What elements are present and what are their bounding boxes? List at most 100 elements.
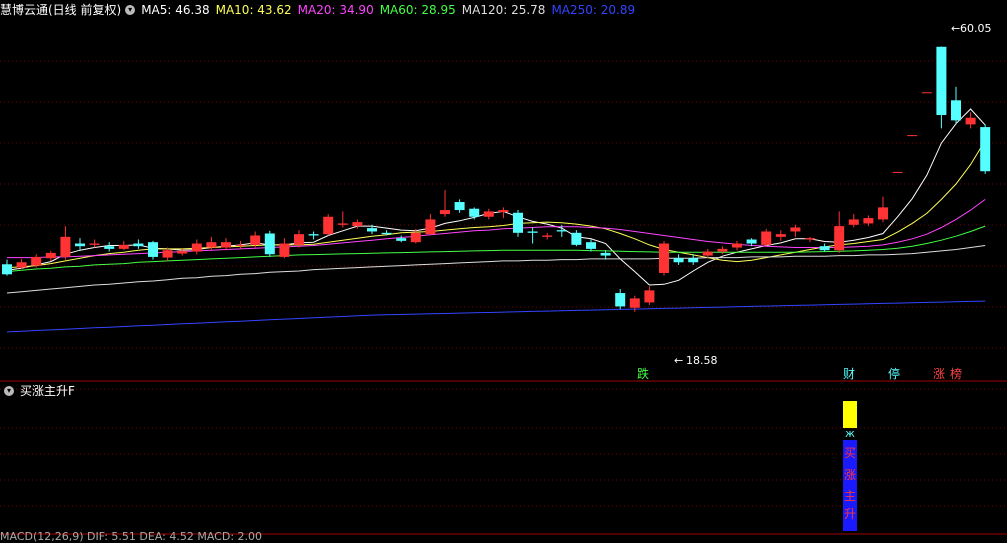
candle-body bbox=[659, 243, 669, 273]
candle[interactable] bbox=[60, 226, 71, 260]
candle-body bbox=[892, 171, 903, 173]
candle[interactable] bbox=[848, 214, 859, 228]
event-marker[interactable]: 榜 bbox=[950, 366, 962, 381]
candle-body bbox=[513, 212, 523, 233]
event-marker[interactable]: 财 bbox=[843, 367, 855, 381]
candle[interactable] bbox=[118, 240, 129, 251]
candle-body bbox=[644, 290, 655, 303]
dropdown-icon[interactable]: ▾ bbox=[125, 4, 136, 15]
candle-body bbox=[629, 298, 640, 308]
candle[interactable] bbox=[805, 236, 815, 243]
candle[interactable] bbox=[659, 240, 669, 276]
candle-body bbox=[410, 232, 421, 243]
macd-header: MACD(12,26,9) DIF: 5.51 DEA: 4.52 MACD: … bbox=[0, 531, 268, 543]
candle-body bbox=[2, 264, 12, 275]
candle[interactable] bbox=[615, 289, 626, 310]
candle[interactable] bbox=[542, 232, 553, 240]
chart-canvas[interactable]: 60.05 18.58 ←← 跌财停涨榜 ж 买 涨 主 升 bbox=[0, 0, 1007, 540]
candle[interactable] bbox=[936, 46, 947, 129]
ma-legend: MA5: 46.38 MA10: 43.62 MA20: 34.90 MA60: 28… bbox=[141, 3, 641, 17]
candle-body bbox=[352, 222, 363, 227]
candle-body bbox=[615, 293, 626, 307]
candle-body bbox=[775, 234, 786, 237]
candle-body bbox=[673, 258, 684, 263]
candle[interactable] bbox=[732, 240, 742, 251]
candle[interactable] bbox=[586, 239, 596, 252]
candle-body bbox=[805, 238, 815, 240]
candle[interactable] bbox=[980, 124, 991, 174]
candle[interactable] bbox=[337, 211, 348, 228]
candle-body bbox=[235, 244, 246, 246]
candle[interactable] bbox=[469, 207, 480, 220]
candle-body bbox=[308, 234, 319, 236]
candle[interactable] bbox=[279, 238, 290, 259]
candle[interactable] bbox=[907, 135, 918, 137]
candle[interactable] bbox=[104, 242, 115, 252]
candle[interactable] bbox=[600, 250, 611, 260]
candle-body bbox=[556, 230, 567, 232]
candle-body bbox=[16, 262, 27, 268]
candle[interactable] bbox=[235, 240, 246, 249]
candle[interactable] bbox=[921, 92, 932, 94]
candle-body bbox=[848, 219, 859, 225]
candle-body bbox=[469, 208, 480, 217]
candle-body bbox=[177, 250, 188, 254]
main-header: 慧博云通(日线 前复权) ▾ MA5: 46.38 MA10: 43.62 MA20: … bbox=[0, 0, 647, 20]
candle[interactable] bbox=[425, 214, 436, 236]
candle[interactable] bbox=[440, 189, 450, 217]
candle-body bbox=[936, 46, 947, 116]
candle[interactable] bbox=[75, 238, 85, 251]
event-markers[interactable]: 跌 财 停 涨榜 bbox=[637, 366, 962, 381]
candle[interactable] bbox=[454, 199, 465, 213]
event-marker[interactable]: 跌 bbox=[637, 366, 649, 381]
candle[interactable] bbox=[878, 196, 888, 223]
candle[interactable] bbox=[761, 228, 772, 247]
candle[interactable] bbox=[221, 238, 231, 251]
candle[interactable] bbox=[483, 208, 494, 220]
candle-body bbox=[133, 243, 144, 247]
candle[interactable] bbox=[965, 112, 976, 129]
candle[interactable] bbox=[2, 259, 12, 276]
candle[interactable] bbox=[16, 258, 27, 269]
candle[interactable] bbox=[644, 286, 655, 306]
candle[interactable] bbox=[89, 239, 100, 248]
candle-body bbox=[863, 218, 874, 224]
candle[interactable] bbox=[571, 230, 582, 247]
candle[interactable] bbox=[308, 231, 319, 240]
signal-char-2: 涨 bbox=[844, 467, 856, 482]
candle[interactable] bbox=[513, 210, 523, 237]
sub-header: ▾ 买涨主升F bbox=[0, 381, 81, 401]
candle[interactable] bbox=[527, 227, 538, 244]
dropdown-icon[interactable]: ▾ bbox=[4, 385, 14, 396]
candle-body bbox=[221, 242, 231, 248]
candle[interactable] bbox=[396, 235, 407, 243]
candle[interactable] bbox=[790, 224, 801, 237]
candle[interactable] bbox=[323, 214, 334, 236]
candle-body bbox=[527, 231, 538, 233]
ma-legend-item: MA5: 46.38 bbox=[141, 3, 210, 17]
candle[interactable] bbox=[133, 239, 144, 249]
ma-legend-item: MA20: 34.90 bbox=[297, 3, 374, 17]
candle[interactable] bbox=[819, 243, 830, 252]
candle-body bbox=[542, 235, 553, 237]
candle-body bbox=[819, 246, 830, 251]
candle[interactable] bbox=[951, 86, 961, 125]
candle[interactable] bbox=[148, 240, 158, 260]
event-marker[interactable]: 涨 bbox=[933, 366, 945, 381]
candle-body bbox=[191, 243, 202, 252]
candle[interactable] bbox=[31, 254, 42, 268]
candle-body bbox=[396, 238, 407, 241]
candle[interactable] bbox=[775, 230, 786, 241]
ma-legend-item: MA250: 20.89 bbox=[551, 3, 636, 17]
candles[interactable] bbox=[2, 46, 991, 312]
candle-body bbox=[250, 235, 261, 245]
candle[interactable] bbox=[834, 211, 845, 253]
candle[interactable] bbox=[264, 230, 275, 257]
event-marker[interactable]: 停 bbox=[888, 366, 900, 381]
candle[interactable] bbox=[673, 254, 684, 265]
candle[interactable] bbox=[717, 246, 728, 255]
candle[interactable] bbox=[191, 239, 202, 255]
ma-lines bbox=[6, 108, 986, 333]
candle-body bbox=[264, 233, 275, 255]
candle[interactable] bbox=[892, 171, 903, 173]
